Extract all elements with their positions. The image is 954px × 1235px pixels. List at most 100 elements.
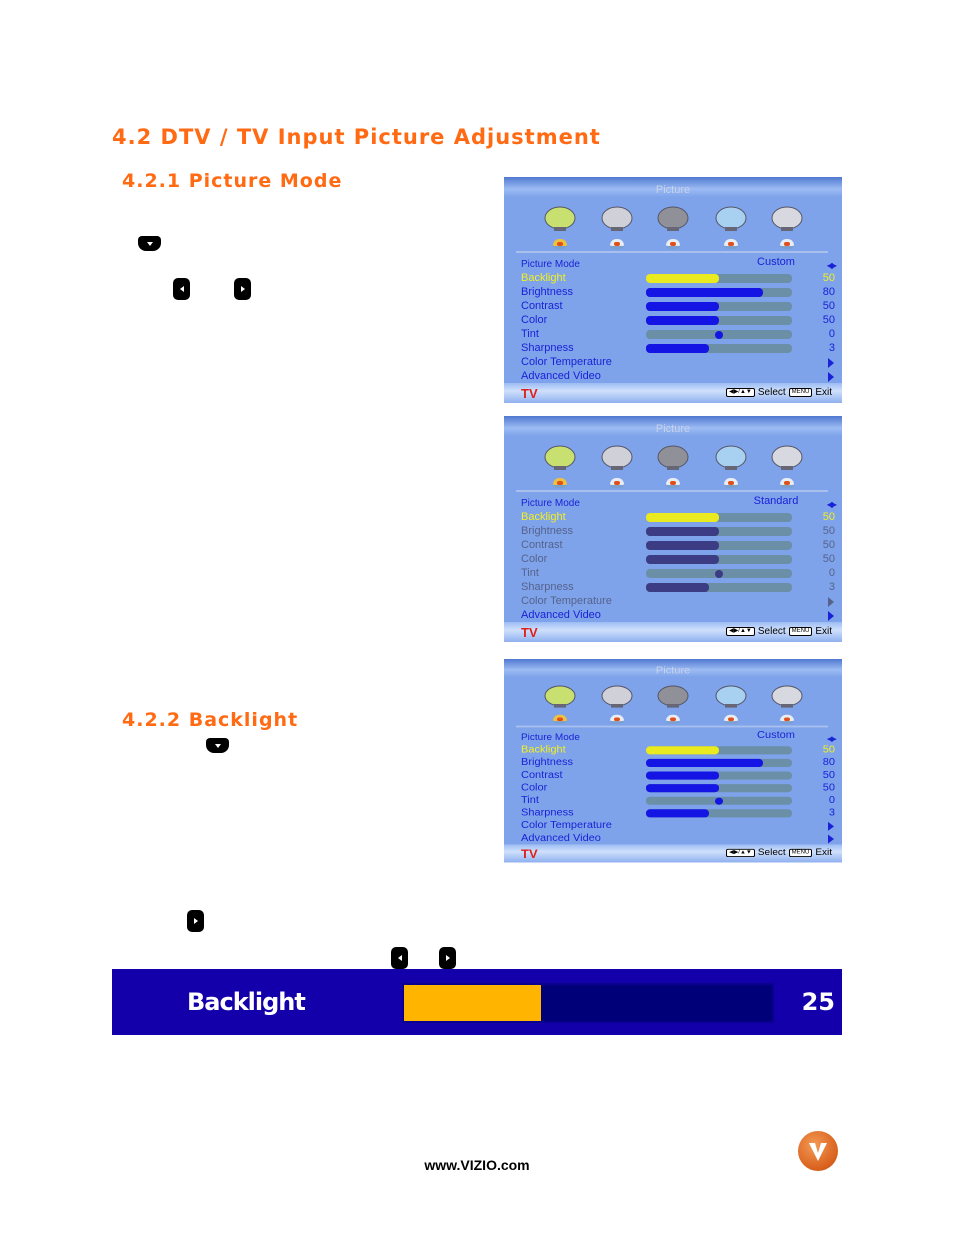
- slider-knob: [715, 570, 723, 578]
- setting-slider[interactable]: [646, 758, 792, 767]
- setting-slider[interactable]: [646, 344, 792, 353]
- menu-row-color-temperature[interactable]: Color Temperature: [521, 595, 835, 609]
- remote-right-button-icon: [234, 278, 251, 300]
- slider-fill: [646, 527, 719, 536]
- menu-title: Picture: [655, 184, 691, 196]
- menu-row-backlight[interactable]: Backlight 50: [521, 272, 835, 286]
- setting-slider[interactable]: [646, 746, 792, 755]
- menu-row-picture-mode[interactable]: Picture Mode Custom ◀▶: [521, 256, 837, 272]
- row-label: Brightness: [521, 286, 573, 298]
- tint-slider[interactable]: [646, 330, 792, 339]
- menu-row-color-temperature[interactable]: Color Temperature: [521, 356, 835, 370]
- menu-row-tint[interactable]: Tint 0: [521, 328, 835, 342]
- menu-row-backlight[interactable]: Backlight 50: [521, 511, 835, 525]
- submenu-arrow-icon: [828, 611, 834, 621]
- slider-fill: [646, 771, 719, 780]
- setting-slider[interactable]: [646, 527, 792, 536]
- row-label: Brightness: [521, 525, 573, 537]
- arrow-left-icon: [397, 955, 402, 961]
- row-value: 3: [828, 342, 835, 354]
- tv-icon[interactable]: [653, 440, 693, 474]
- picture-icon[interactable]: [540, 440, 580, 474]
- menu-row-color[interactable]: Color 50: [521, 782, 835, 795]
- remote-right-button-icon: [439, 947, 456, 969]
- slider-fill: [646, 513, 719, 522]
- menu-row-picture-mode[interactable]: Picture Mode Custom ◀▶: [521, 730, 837, 745]
- menu-row-contrast[interactable]: Contrast 50: [521, 539, 835, 553]
- menu-row-color-temperature[interactable]: Color Temperature: [521, 820, 835, 833]
- row-value: 50: [822, 769, 835, 781]
- menu-row-brightness[interactable]: Brightness 80: [521, 757, 835, 770]
- backlight-bar-value: 25: [801, 988, 835, 1016]
- menu-tab-indicator-icon: [666, 478, 680, 488]
- menu-row-backlight[interactable]: Backlight 50: [521, 745, 835, 758]
- arrow-right-icon: [445, 955, 450, 961]
- setting-slider[interactable]: [646, 288, 792, 297]
- menu-row-sharpness[interactable]: Sharpness 3: [521, 581, 835, 595]
- setting-slider[interactable]: [646, 302, 792, 311]
- setting-slider[interactable]: [646, 274, 792, 283]
- tint-slider[interactable]: [646, 796, 792, 805]
- parental-icon[interactable]: [767, 201, 807, 235]
- menu-row-brightness[interactable]: Brightness 50: [521, 525, 835, 539]
- row-value: 50: [822, 782, 835, 794]
- menu-row-tint[interactable]: Tint 0: [521, 795, 835, 808]
- tv-icon[interactable]: [653, 681, 693, 712]
- nav-keys-icon: ◀▶/▲▼: [726, 388, 755, 397]
- setup-icon[interactable]: [711, 681, 751, 712]
- row-value: 50: [822, 744, 835, 756]
- menu-divider: [516, 725, 828, 728]
- menu-key-icon: MENU: [788, 627, 813, 636]
- menu-tab-indicator-icon: [724, 478, 738, 488]
- backlight-heading: 4.2.2 Backlight: [122, 709, 299, 731]
- tint-slider[interactable]: [646, 569, 792, 578]
- exit-hint: Exit: [815, 387, 832, 398]
- backlight-slider[interactable]: [402, 983, 774, 1023]
- menu-row-color[interactable]: Color 50: [521, 553, 835, 567]
- menu-row-picture-mode[interactable]: Picture Mode Standard ◀▶: [521, 495, 837, 511]
- menu-tab-indicator-icon: [610, 239, 624, 249]
- picture-icon[interactable]: [540, 201, 580, 235]
- audio-icon[interactable]: [597, 201, 637, 235]
- picture-icon[interactable]: [540, 681, 580, 712]
- row-label: Tint: [521, 328, 539, 340]
- row-label: Color Temperature: [521, 820, 612, 831]
- setting-slider[interactable]: [646, 771, 792, 780]
- setup-icon[interactable]: [711, 201, 751, 235]
- input-label: TV: [521, 847, 538, 861]
- tv-icon[interactable]: [653, 201, 693, 235]
- arrow-left-icon: [179, 286, 184, 292]
- setting-slider[interactable]: [646, 784, 792, 793]
- menu-row-advanced-video[interactable]: Advanced Video: [521, 609, 835, 623]
- menu-footer: TV ◀▶/▲▼ Select MENU Exit: [504, 622, 842, 642]
- audio-icon[interactable]: [597, 440, 637, 474]
- row-label: Color: [521, 782, 548, 794]
- menu-row-brightness[interactable]: Brightness 80: [521, 286, 835, 300]
- menu-row-advanced-video[interactable]: Advanced Video: [521, 370, 835, 384]
- menu-row-contrast[interactable]: Contrast 50: [521, 300, 835, 314]
- row-value: 50: [822, 539, 835, 551]
- nav-keys-icon: ◀▶/▲▼: [726, 848, 755, 857]
- parental-icon[interactable]: [767, 681, 807, 712]
- menu-tab-indicator-icon: [780, 714, 794, 724]
- row-label: Brightness: [521, 757, 573, 768]
- menu-row-tint[interactable]: Tint 0: [521, 567, 835, 581]
- slider-fill: [646, 758, 763, 767]
- row-value: 3: [828, 807, 835, 819]
- menu-row-sharpness[interactable]: Sharpness 3: [521, 342, 835, 356]
- row-value: 3: [828, 581, 835, 593]
- menu-row-sharpness[interactable]: Sharpness 3: [521, 808, 835, 821]
- setting-slider[interactable]: [646, 583, 792, 592]
- setting-slider[interactable]: [646, 555, 792, 564]
- parental-icon[interactable]: [767, 440, 807, 474]
- setup-icon[interactable]: [711, 440, 751, 474]
- audio-icon[interactable]: [597, 681, 637, 712]
- slider-knob: [715, 331, 723, 339]
- setting-slider[interactable]: [646, 541, 792, 550]
- setting-slider[interactable]: [646, 513, 792, 522]
- menu-row-contrast[interactable]: Contrast 50: [521, 770, 835, 783]
- left-right-arrows-icon: ◀▶: [826, 734, 837, 743]
- setting-slider[interactable]: [646, 809, 792, 818]
- menu-row-color[interactable]: Color 50: [521, 314, 835, 328]
- setting-slider[interactable]: [646, 316, 792, 325]
